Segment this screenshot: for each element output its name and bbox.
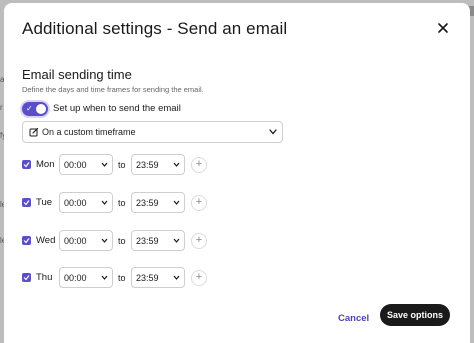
start-time-value: 00:00: [64, 273, 87, 283]
day-label: Mon: [36, 159, 55, 170]
timeframe-select-value: On a custom timeframe: [42, 127, 136, 137]
day-checkbox-thu[interactable]: [22, 273, 31, 282]
add-timeframe-button[interactable]: +: [191, 270, 207, 286]
check-icon: [23, 162, 30, 168]
start-time-select[interactable]: 00:00: [59, 230, 113, 251]
chevron-down-icon: [173, 275, 180, 280]
add-timeframe-button[interactable]: +: [191, 157, 207, 173]
day-label: Tue: [36, 197, 53, 208]
chevron-down-icon: [173, 200, 180, 205]
section-title: Email sending time: [22, 67, 132, 82]
day-row-thu: Thu 00:00 to 23:59 +: [22, 267, 282, 289]
day-label: Wed: [36, 235, 56, 246]
day-row-mon: Mon 00:00 to 23:59 +: [22, 154, 282, 176]
day-label: Thu: [36, 272, 53, 283]
check-icon: [23, 200, 30, 206]
day-checkbox-mon[interactable]: [22, 160, 31, 169]
to-label: to: [118, 236, 126, 246]
check-icon: ✓: [26, 104, 33, 113]
toggle-label: Set up when to send the email: [53, 103, 181, 114]
day-checkbox-tue[interactable]: [22, 198, 31, 207]
dialog-title: Additional settings - Send an email: [22, 19, 288, 38]
cancel-button[interactable]: Cancel: [338, 313, 369, 324]
start-time-select[interactable]: 00:00: [59, 267, 113, 288]
to-label: to: [118, 160, 126, 170]
start-time-value: 00:00: [64, 198, 87, 208]
end-time-value: 23:59: [136, 198, 159, 208]
chevron-down-icon: [173, 162, 180, 167]
check-icon: [23, 238, 30, 244]
background-text-fragment: r: [0, 103, 3, 112]
chevron-down-icon: [101, 275, 108, 280]
end-time-value: 23:59: [136, 160, 159, 170]
chevron-down-icon: [173, 238, 180, 243]
additional-settings-dialog: Additional settings - Send an email Emai…: [4, 3, 470, 343]
send-time-toggle[interactable]: ✓: [22, 102, 48, 116]
start-time-select[interactable]: 00:00: [59, 154, 113, 175]
end-time-value: 23:59: [136, 236, 159, 246]
start-time-value: 00:00: [64, 236, 87, 246]
chevron-down-icon: [269, 129, 277, 135]
day-row-tue: Tue 00:00 to 23:59 +: [22, 192, 282, 214]
end-time-value: 23:59: [136, 273, 159, 283]
to-label: to: [118, 198, 126, 208]
chevron-down-icon: [101, 238, 108, 243]
check-icon: [23, 275, 30, 281]
end-time-select[interactable]: 23:59: [131, 154, 185, 175]
toggle-knob: [36, 104, 46, 114]
chevron-down-icon: [101, 162, 108, 167]
save-options-button[interactable]: Save options: [380, 304, 450, 326]
close-icon: [438, 23, 448, 33]
section-description: Define the days and time frames for send…: [22, 85, 204, 94]
close-button[interactable]: [436, 21, 450, 35]
to-label: to: [118, 273, 126, 283]
day-row-wed: Wed 00:00 to 23:59 +: [22, 230, 282, 252]
add-timeframe-button[interactable]: +: [191, 233, 207, 249]
start-time-value: 00:00: [64, 160, 87, 170]
day-checkbox-wed[interactable]: [22, 236, 31, 245]
end-time-select[interactable]: 23:59: [131, 267, 185, 288]
add-timeframe-button[interactable]: +: [191, 195, 207, 211]
end-time-select[interactable]: 23:59: [131, 230, 185, 251]
end-time-select[interactable]: 23:59: [131, 192, 185, 213]
chevron-down-icon: [101, 200, 108, 205]
timeframe-select[interactable]: On a custom timeframe: [22, 121, 283, 143]
edit-icon: [29, 127, 39, 137]
start-time-select[interactable]: 00:00: [59, 192, 113, 213]
